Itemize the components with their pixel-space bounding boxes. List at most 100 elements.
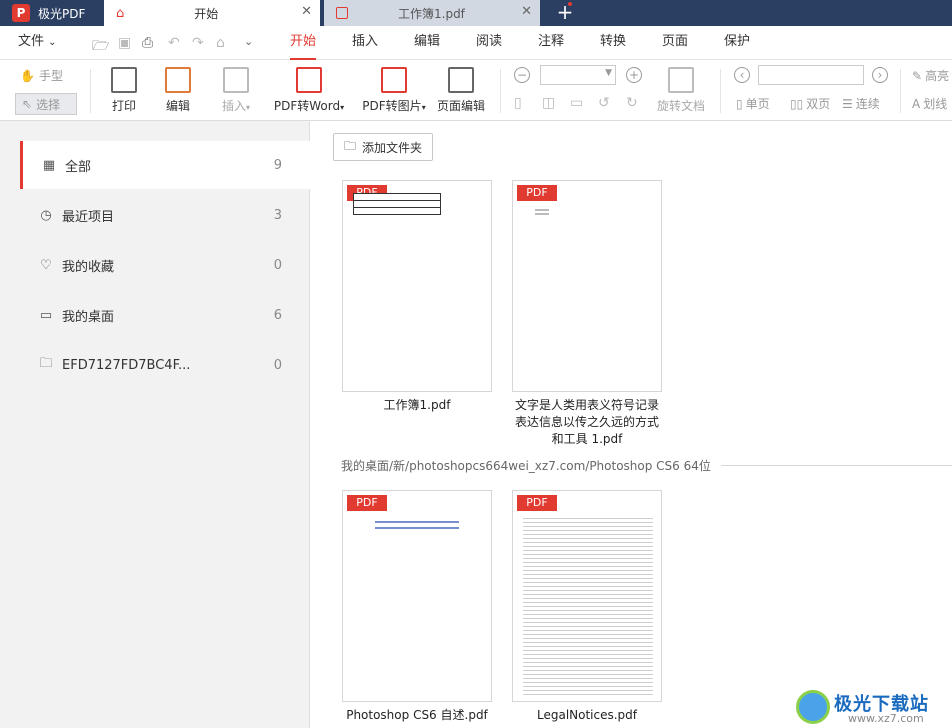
print-icon[interactable]: ⎙ [142,35,153,51]
folder-path-divider: 我的桌面/新/photoshopcs664wei_xz7.com/Photosh… [341,457,952,473]
folder-icon: 🗀 [344,138,357,153]
insert-label: 插入 [221,99,246,113]
file-title: LegalNotices.pdf [536,708,638,722]
file-title: 工作簿1.pdf [383,398,451,412]
save-icon[interactable]: ▣ [118,35,131,51]
file-title-line: 文字是人类用表义符号记录 [514,398,659,412]
menu-edit[interactable]: 编辑 [414,26,440,60]
print-button[interactable]: 打印 [108,67,140,114]
pdf-badge: PDF [517,495,557,511]
double-page-button[interactable]: ▯▯ 双页 [790,95,830,112]
divider [90,69,91,113]
file-menu-label: 文件 [18,34,45,49]
zoom-in-icon[interactable]: + [626,67,642,83]
zoom-out-icon[interactable]: − [514,67,530,83]
pdf-file-icon [336,7,348,19]
notification-dot [568,2,572,6]
zoom-select[interactable]: ▼ [540,65,616,85]
highlight-label: 高亮 [925,69,950,83]
tab-start[interactable]: ⌂ 开始 ✕ [104,0,320,26]
customize-icon[interactable]: ⌄ [244,35,253,48]
edit-button[interactable]: 编辑 [162,67,194,114]
menu-start[interactable]: 开始 [290,26,317,60]
rotate-right-icon[interactable]: ↻ [626,95,638,111]
grid-icon [448,67,474,93]
select-tool[interactable]: ⇖ 选择 [15,93,77,115]
single-page-icon: ▯ [736,96,743,111]
menu-protect[interactable]: 保护 [724,26,750,60]
word-icon [296,67,322,93]
next-page-icon[interactable]: › [872,67,888,83]
menu-read[interactable]: 阅读 [476,26,502,60]
page-edit-button[interactable]: 页面编辑 [436,67,486,114]
file-title: Photoshop CS6 自述.pdf [346,708,488,722]
pdf-to-word-button[interactable]: PDF转Word▾ [270,67,348,114]
add-folder-label: 添加文件夹 [362,140,423,155]
sidebar-item-recent[interactable]: ◷ 最近项目 3 [20,191,310,239]
fit-width-icon[interactable]: ▭ [570,95,583,111]
add-folder-button[interactable]: 🗀 添加文件夹 [333,133,434,161]
close-icon[interactable]: ✕ [521,4,532,19]
menu-insert[interactable]: 插入 [352,26,378,60]
close-icon[interactable]: ✕ [301,4,312,19]
open-folder-icon[interactable]: 🗁 [92,35,109,59]
home-icon[interactable]: ⌂ [216,35,225,51]
chevron-down-icon: ⌄ [48,37,57,48]
sidebar-item-label: 最近项目 [62,209,115,225]
file-browser: 🗀 添加文件夹 PDF 工作簿1.pdf PDF 文字是人类用表义符号记录 表达… [311,121,952,728]
prev-page-icon[interactable]: ‹ [734,67,750,83]
single-page-button[interactable]: ▯ 单页 [736,95,770,112]
double-page-icon: ▯▯ [790,96,804,111]
sidebar-item-count: 0 [273,357,282,373]
menu-convert[interactable]: 转换 [600,26,626,60]
menu-annotate[interactable]: 注释 [538,26,564,60]
sidebar-item-count: 3 [273,207,282,223]
table-preview [353,193,441,215]
file-thumbnail[interactable]: PDF [342,490,492,702]
rotate-document-icon [668,67,694,93]
sidebar-item-all[interactable]: ▦ 全部 9 [20,141,310,189]
divider [500,69,501,113]
file-title-line: 和工具 1.pdf [551,432,623,446]
sidebar-item-label: 全部 [65,159,92,175]
insert-button[interactable]: 插入▾ [216,67,256,114]
file-title-line: 表达信息以传之久远的方式 [514,415,659,429]
redo-icon[interactable]: ↷ [192,35,204,51]
file-thumbnail[interactable]: PDF [512,490,662,702]
watermark-icon [796,690,830,724]
sidebar-item-favorites[interactable]: ♡ 我的收藏 0 [20,241,310,289]
tab-label: 开始 [194,6,219,21]
text-preview [367,517,467,533]
divider [720,69,721,113]
edit-icon [165,67,191,93]
pdf-to-image-button[interactable]: PDF转图片▾ [360,67,428,114]
watermark-url: www.xz7.com [848,712,924,725]
page-number-input[interactable] [758,65,864,85]
hand-icon: ✋ [20,68,35,83]
tab-document[interactable]: 工作簿1.pdf ✕ [324,0,540,26]
text-preview [523,515,653,695]
rotate-left-icon[interactable]: ↺ [598,95,610,111]
file-thumbnail[interactable]: PDF [512,180,662,392]
sidebar-item-folder[interactable]: 🗀 EFD7127FD7BC4F... 0 [20,341,310,389]
insert-page-icon [223,67,249,93]
image-icon [381,67,407,93]
file-thumbnail[interactable]: PDF [342,180,492,392]
sidebar-item-desktop[interactable]: ▭ 我的桌面 6 [20,291,310,339]
highlight-button[interactable]: ✎ 高亮 [912,67,949,84]
undo-icon[interactable]: ↶ [168,35,180,51]
folder-icon: 🗀 [39,356,53,371]
monitor-icon: ▭ [39,307,53,323]
sidebar-item-count: 0 [273,257,282,273]
continuous-button[interactable]: ☰ 连续 [842,95,880,112]
hand-tool[interactable]: ✋ 手型 [20,67,63,84]
rotate-document-button[interactable]: 旋转文档 [656,67,706,114]
fit-page-icon[interactable]: ◫ [542,95,555,111]
menu-page[interactable]: 页面 [662,26,688,60]
strikethrough-button[interactable]: A 划线 [912,95,947,112]
select-tool-label: 选择 [36,97,61,112]
page-edit-label: 页面编辑 [436,99,485,113]
file-menu[interactable]: 文件 ⌄ [18,26,57,60]
actual-size-icon[interactable]: ▯ [514,95,522,111]
new-tab-button[interactable]: + [552,0,578,26]
